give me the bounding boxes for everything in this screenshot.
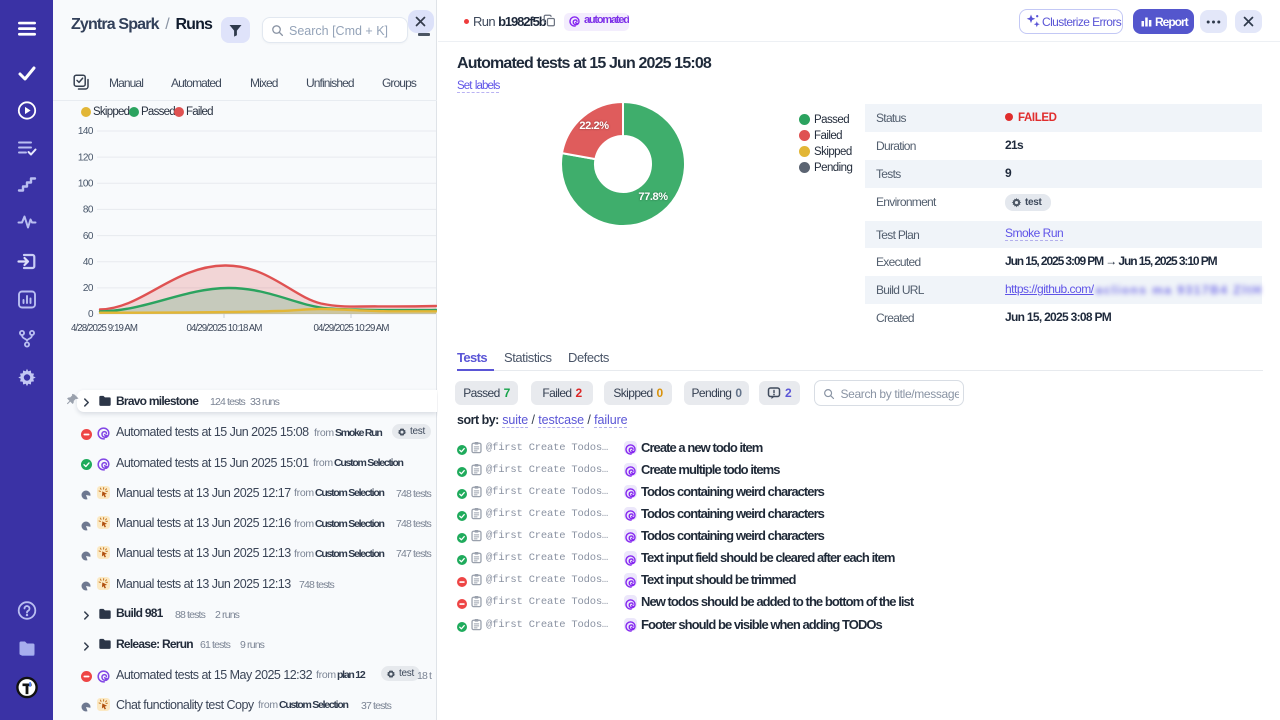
svg-text:04/29/2025 10:29 AM: 04/29/2025 10:29 AM [313, 323, 389, 334]
svg-text:4/28/2025 9:19 AM: 4/28/2025 9:19 AM [71, 323, 138, 334]
svg-text:80: 80 [83, 205, 94, 216]
svg-text:140: 140 [78, 126, 94, 137]
svg-text:40: 40 [83, 257, 94, 268]
svg-text:0: 0 [88, 309, 94, 320]
svg-text:04/29/2025 10:18 AM: 04/29/2025 10:18 AM [186, 323, 262, 334]
svg-text:100: 100 [78, 179, 94, 190]
svg-text:60: 60 [83, 231, 94, 242]
svg-text:20: 20 [83, 283, 94, 294]
svg-text:120: 120 [78, 152, 94, 163]
